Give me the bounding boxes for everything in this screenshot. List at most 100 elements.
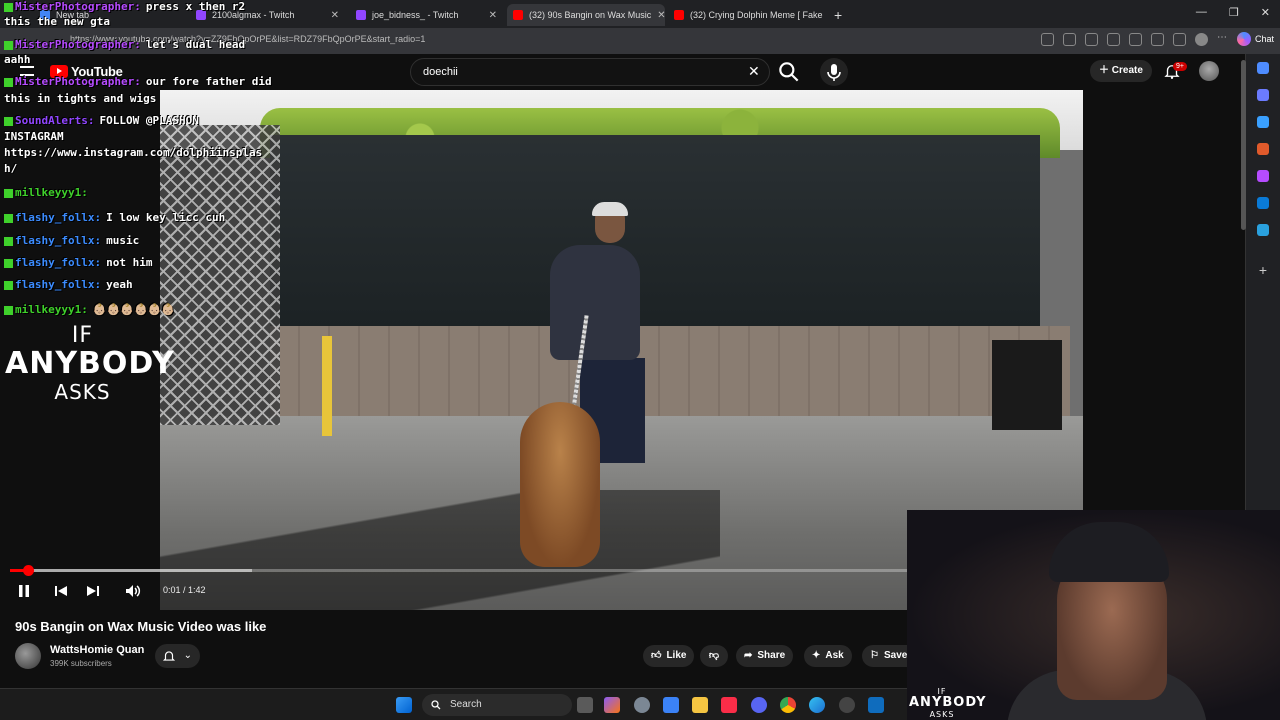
task-view-icon[interactable] (577, 697, 593, 713)
restore-button[interactable]: ❐ (1229, 6, 1239, 19)
close-window-button[interactable]: ✕ (1261, 6, 1270, 19)
chat-username: flashy_follx: (15, 256, 102, 269)
profile-icon[interactable] (1195, 33, 1208, 46)
chat-username: flashy_follx: (15, 278, 102, 291)
windows-start-icon[interactable] (396, 697, 412, 713)
extensions-icon[interactable] (1107, 33, 1120, 46)
like-button[interactable]: 👍︎ Like (643, 645, 695, 667)
chat-badge-icon (4, 188, 13, 198)
music-app-icon[interactable] (721, 697, 737, 713)
telegram-icon[interactable] (1257, 224, 1269, 236)
bell-icon (162, 651, 176, 661)
search-icon[interactable] (1257, 62, 1269, 74)
split-screen-icon[interactable] (1129, 33, 1142, 46)
chat-message: this in tights and wigs (4, 92, 156, 105)
share-label: Share (757, 650, 786, 661)
copilot-icon[interactable] (1257, 89, 1269, 101)
subscription-bell-button[interactable]: ⌄ (155, 644, 200, 668)
apps-icon[interactable] (1041, 33, 1054, 46)
progress-scrubber[interactable] (22, 565, 34, 576)
page-scrollbar[interactable] (1241, 60, 1246, 230)
chrome-icon[interactable] (780, 697, 796, 713)
favorite-star-icon[interactable] (1063, 33, 1076, 46)
webcam-person-cap (1049, 522, 1169, 582)
chat-message: MisterPhotographer: press x then r2 (4, 0, 245, 13)
next-icon[interactable] (84, 582, 102, 600)
video-scene-speaker (992, 340, 1062, 430)
chat-text: aahh (4, 53, 31, 66)
chat-message: SoundAlerts: FOLLOW @PLASHON (4, 114, 199, 127)
channel-avatar[interactable] (15, 643, 41, 669)
games-icon[interactable] (1257, 170, 1269, 182)
plus-icon: ＋ (1099, 65, 1112, 76)
tab-youtube-90s-bangin[interactable]: (32) 90s Bangin on Wax Music ✕ (507, 4, 665, 26)
like-label: Like (666, 650, 687, 661)
chat-username: millkeyyy1: (15, 186, 88, 199)
discord-icon[interactable] (751, 697, 767, 713)
ask-button[interactable]: ✦ Ask (804, 645, 852, 667)
chat-badge-icon (4, 236, 13, 246)
volume-icon[interactable] (124, 582, 142, 600)
minimize-button[interactable]: — (1196, 6, 1207, 19)
chat-message: aahh (4, 53, 31, 66)
tab-label: (32) Crying Dolphin Meme [ Fake (690, 10, 823, 20)
user-avatar[interactable] (1199, 61, 1219, 81)
refresh-icon[interactable] (1085, 33, 1098, 46)
overlay-line-2: ANYBODY (5, 346, 175, 381)
tools-icon[interactable] (1257, 143, 1269, 155)
create-button[interactable]: ＋ Create (1090, 60, 1152, 82)
voice-search-button[interactable] (820, 58, 848, 86)
video-title: 90s Bangin on Wax Music Video was like (15, 619, 267, 634)
collections-icon[interactable] (1173, 33, 1186, 46)
webcam-overlay-if-anybody-asks: IF ANYBODY ASKS (909, 688, 986, 720)
chat-label: Chat (1254, 34, 1274, 44)
edge-icon[interactable] (809, 697, 825, 713)
chat-text: yeah (106, 278, 133, 291)
browser-toolbar: ⋯ (1041, 33, 1230, 46)
video-progress-bar[interactable] (10, 565, 907, 576)
video-time: 0:01 / 1:42 (163, 585, 206, 595)
chat-text: 👶🏼👶🏼👶🏼👶🏼👶🏼👶🏼 (92, 303, 176, 316)
close-tab-icon[interactable]: ✕ (483, 10, 497, 21)
channel-name[interactable]: WattsHomie Quan (50, 644, 144, 656)
share-icon: ➦ (744, 650, 753, 661)
chat-message: this the new gta (4, 15, 110, 28)
chat-username: flashy_follx: (15, 211, 102, 224)
search-icon[interactable] (776, 59, 802, 85)
video-scene-wall (270, 326, 1070, 418)
save-button[interactable]: ⚐ Save (862, 645, 907, 667)
video-scene-man-body (550, 245, 640, 360)
close-tab-icon[interactable]: ✕ (325, 10, 339, 21)
twitch-icon (356, 10, 366, 20)
chat-badge-icon (4, 2, 13, 12)
search-input[interactable]: doechii (410, 58, 770, 86)
add-sidebar-app-icon[interactable]: + (1257, 263, 1269, 277)
file-explorer-icon[interactable] (692, 697, 708, 713)
copilot-chat-button[interactable]: Chat (1236, 32, 1274, 46)
previous-icon[interactable] (52, 582, 70, 600)
outlook-app-icon[interactable] (868, 697, 884, 713)
more-menu-icon[interactable]: ⋯ (1217, 33, 1230, 46)
chat-username: SoundAlerts: (15, 114, 95, 127)
chat-message: INSTAGRAM (4, 130, 64, 143)
favorites-icon[interactable] (1151, 33, 1164, 46)
chat-text: INSTAGRAM (4, 130, 64, 143)
share-button[interactable]: ➦ Share (736, 645, 794, 667)
copilot-app-icon[interactable] (604, 697, 620, 713)
clear-search-icon[interactable]: ✕ (748, 63, 760, 80)
store-icon[interactable] (663, 697, 679, 713)
tab-twitch-joe-bidness[interactable]: joe_bidness_ - Twitch ✕ (350, 4, 503, 26)
taskbar-search[interactable]: Search (422, 694, 572, 716)
outlook-icon[interactable] (1257, 197, 1269, 209)
close-tab-icon[interactable]: ✕ (651, 10, 665, 21)
app-icon[interactable] (839, 697, 855, 713)
dislike-button[interactable]: 👎︎ (700, 645, 728, 667)
sparkle-icon: ✦ (812, 650, 821, 661)
shopping-icon[interactable] (1257, 116, 1269, 128)
tab-youtube-crying-dolphin[interactable]: (32) Crying Dolphin Meme [ Fake ✕ (668, 4, 823, 26)
ask-label: Ask (825, 650, 844, 661)
pause-icon[interactable] (15, 582, 33, 600)
chat-message: millkeyyy1: 👶🏼👶🏼👶🏼👶🏼👶🏼👶🏼 (4, 303, 175, 316)
new-tab-button[interactable]: + (828, 4, 848, 26)
settings-icon[interactable] (634, 697, 650, 713)
